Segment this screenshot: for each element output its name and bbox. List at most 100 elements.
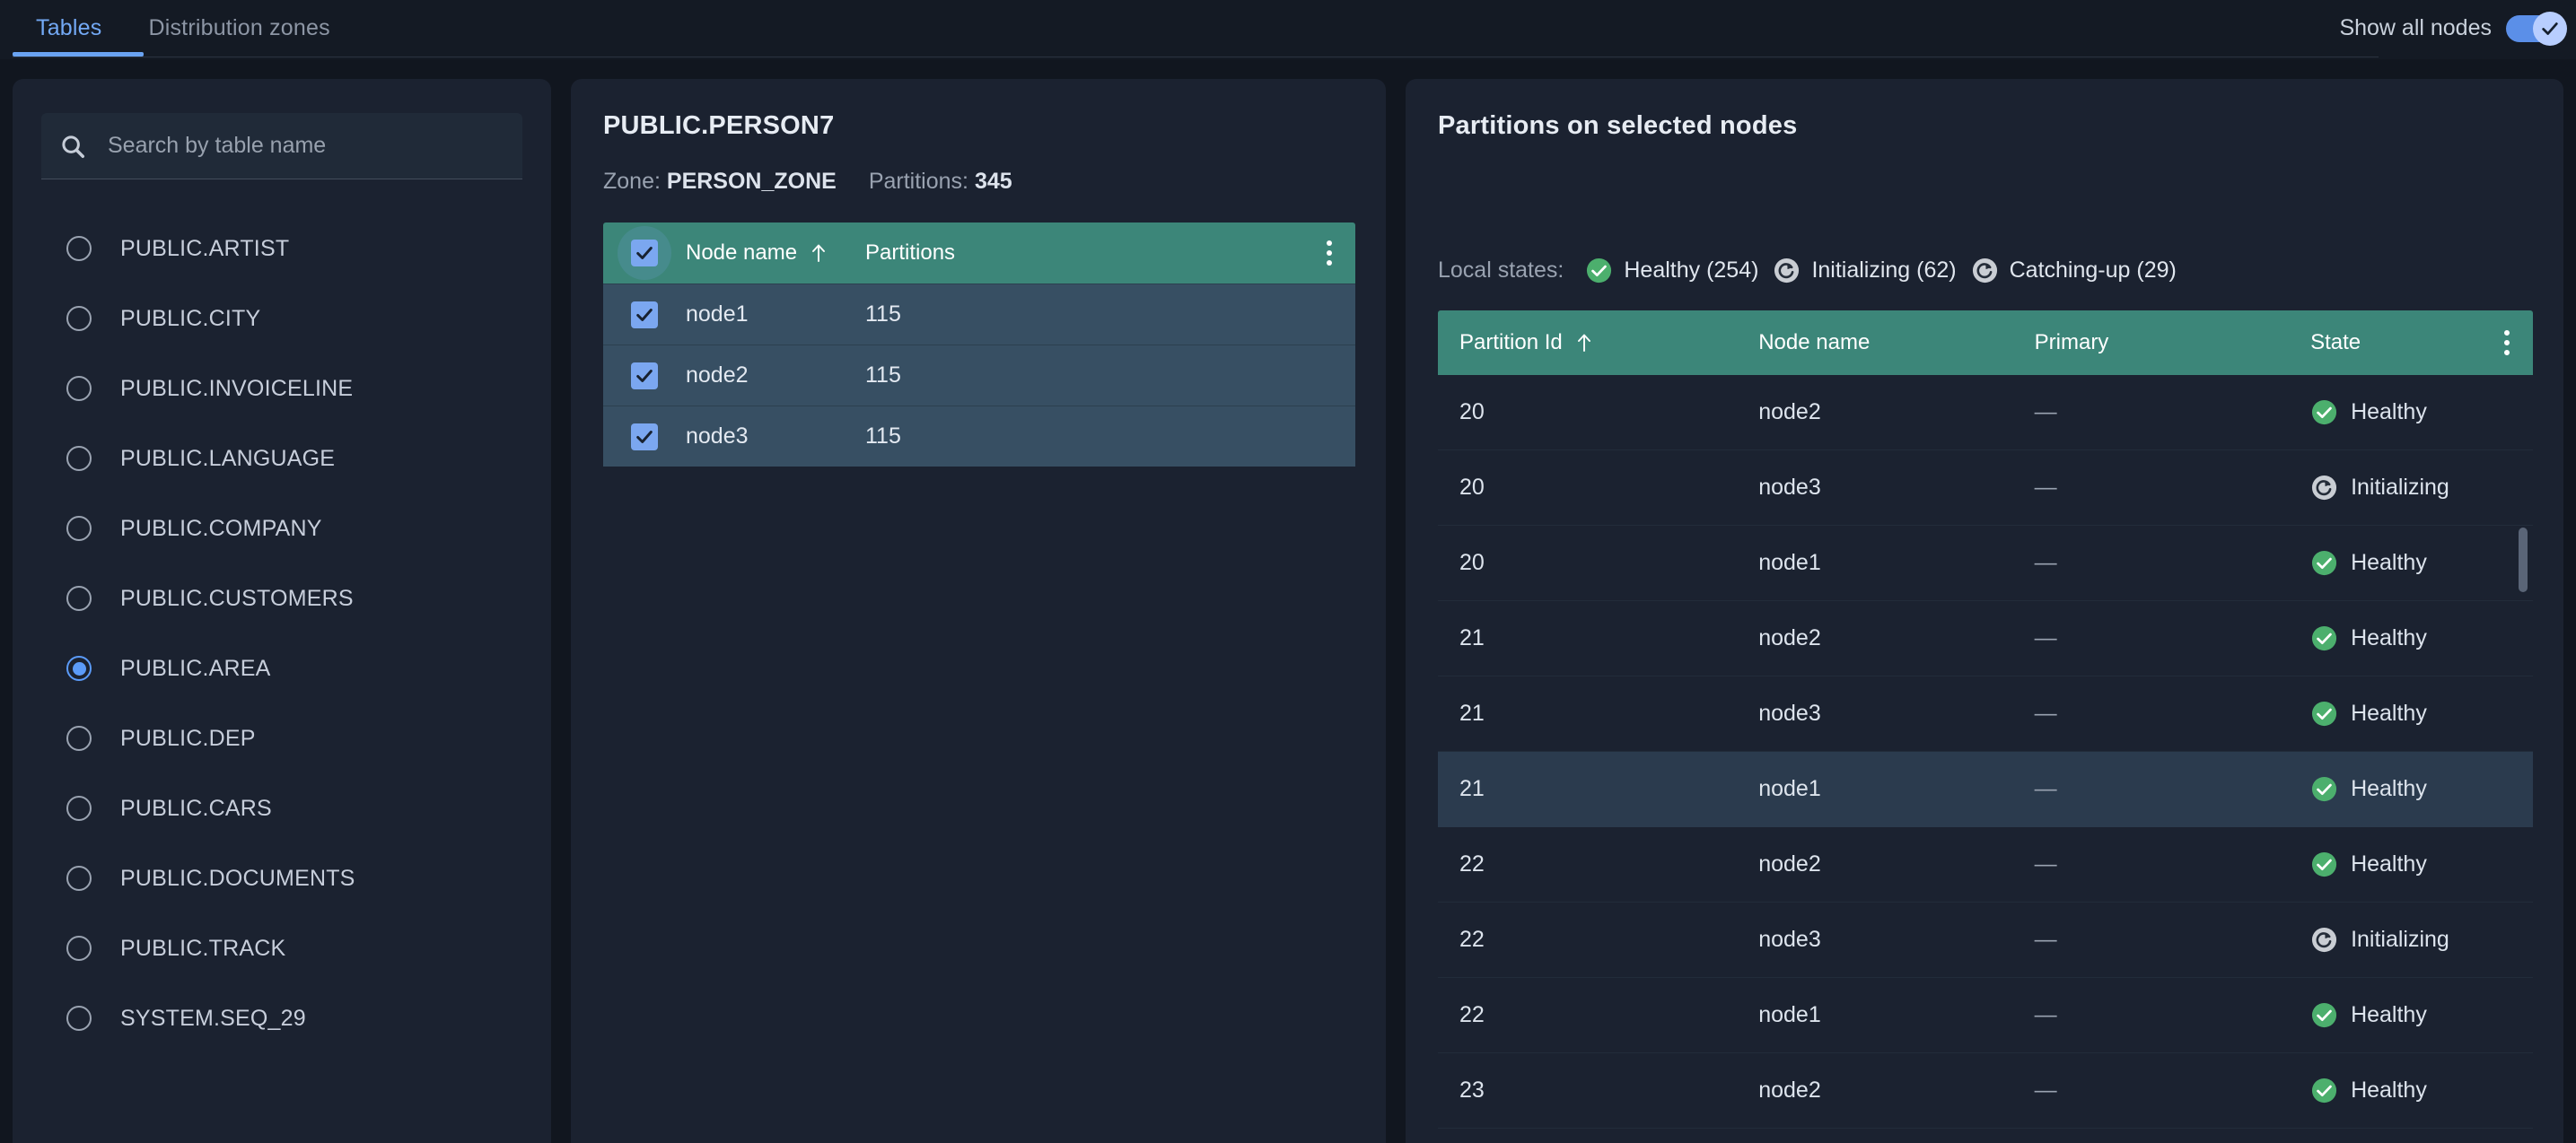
cell-partition-id: 22 xyxy=(1459,1002,1485,1027)
kebab-menu-icon[interactable] xyxy=(2504,326,2510,360)
partitions-title: Partitions on selected nodes xyxy=(1438,111,1798,140)
cell-primary: — xyxy=(2034,776,2057,801)
table-row[interactable]: 22 node1 — Healthy xyxy=(1438,978,2533,1053)
tab-distribution-zones[interactable]: Distribution zones xyxy=(125,0,353,57)
table-row[interactable]: node3 115 xyxy=(603,406,1355,467)
list-item[interactable]: PUBLIC.CUSTOMERS xyxy=(13,563,551,633)
table-row[interactable]: 23 node2 — Healthy xyxy=(1438,1053,2533,1129)
table-row[interactable]: 22 node3 — Initializing xyxy=(1438,903,2533,978)
status-badge: Healthy (254) xyxy=(1585,257,1758,284)
list-item[interactable]: PUBLIC.INVOICELINE xyxy=(13,353,551,423)
tab-tables[interactable]: Tables xyxy=(13,0,125,57)
check-circle-icon xyxy=(2312,625,2337,651)
table-row[interactable]: 20 node1 — Healthy xyxy=(1438,526,2533,601)
show-all-nodes-control[interactable]: Show all nodes xyxy=(2339,0,2567,57)
radio-button-icon[interactable] xyxy=(66,306,92,331)
column-header-node-name[interactable]: Node name xyxy=(1758,330,2034,355)
list-item-label: PUBLIC.INVOICELINE xyxy=(120,375,354,401)
list-item[interactable]: PUBLIC.CITY xyxy=(13,284,551,353)
sort-asc-arrow-icon xyxy=(1577,334,1590,352)
list-item[interactable]: SYSTEM.SEQ_29 xyxy=(13,983,551,1053)
cell-state: Healthy xyxy=(2310,700,2533,728)
kebab-menu-icon[interactable] xyxy=(1327,236,1332,270)
table-row[interactable]: 21 node3 — Healthy xyxy=(1438,676,2533,752)
radio-button-icon[interactable] xyxy=(66,656,92,681)
tab-tables-label: Tables xyxy=(36,15,102,40)
zone-value: PERSON_ZONE xyxy=(666,169,837,194)
radio-button-icon[interactable] xyxy=(66,796,92,821)
radio-button-icon[interactable] xyxy=(66,726,92,751)
radio-button-icon[interactable] xyxy=(66,1006,92,1031)
table-row[interactable]: 21 node1 — Healthy xyxy=(1438,752,2533,827)
radio-button-icon[interactable] xyxy=(66,866,92,891)
nodes-grid-body: node1 115 node2 115 node3 115 xyxy=(603,284,1355,467)
list-item-label: PUBLIC.ARTIST xyxy=(120,235,290,261)
cell-node-name: node1 xyxy=(1758,550,1821,575)
check-circle-icon xyxy=(2312,701,2337,727)
list-item[interactable]: PUBLIC.DEP xyxy=(13,703,551,773)
table-list: PUBLIC.ARTIST PUBLIC.CITY PUBLIC.INVOICELI… xyxy=(13,214,551,1053)
list-item[interactable]: PUBLIC.AREA xyxy=(13,633,551,703)
column-header-partitions[interactable]: Partitions xyxy=(865,240,1045,266)
row-checkbox[interactable] xyxy=(631,301,658,328)
cell-state: Initializing xyxy=(2310,474,2533,502)
list-item[interactable]: PUBLIC.TRACK xyxy=(13,913,551,983)
list-item-label: PUBLIC.COMPANY xyxy=(120,515,322,541)
cell-primary: — xyxy=(2034,550,2057,575)
row-checkbox-cell[interactable] xyxy=(603,423,686,450)
row-checkbox-cell[interactable] xyxy=(603,301,686,328)
radio-button-icon[interactable] xyxy=(66,236,92,261)
show-all-nodes-label: Show all nodes xyxy=(2339,15,2492,40)
partitions-grid-body: 20 node2 — Healthy 20 node3 — Initializing 20 nod… xyxy=(1438,375,2533,1136)
cell-node-name: node2 xyxy=(1758,399,1821,424)
column-header-state[interactable]: State xyxy=(2310,330,2533,355)
radio-button-icon[interactable] xyxy=(66,936,92,961)
show-all-nodes-toggle[interactable] xyxy=(2506,11,2567,46)
table-row[interactable]: 23node3—Catching-up xyxy=(1438,1129,2533,1136)
table-row[interactable]: 20 node3 — Initializing xyxy=(1438,450,2533,526)
cell-partition-id: 20 xyxy=(1459,399,1485,424)
select-all-checkbox[interactable] xyxy=(631,240,658,266)
row-checkbox[interactable] xyxy=(631,362,658,389)
list-item[interactable]: PUBLIC.DOCUMENTS xyxy=(13,843,551,913)
row-checkbox[interactable] xyxy=(631,423,658,450)
cell-state: Healthy xyxy=(2310,1001,2533,1029)
column-header-node-name[interactable]: Node name xyxy=(686,240,865,266)
row-checkbox-cell[interactable] xyxy=(603,362,686,389)
check-circle-icon xyxy=(2312,851,2337,877)
cell-partition-id: 20 xyxy=(1459,550,1485,575)
check-circle-icon xyxy=(2312,1078,2337,1104)
radio-button-icon[interactable] xyxy=(66,446,92,471)
cell-state: Healthy xyxy=(2310,549,2533,577)
column-header-primary[interactable]: Primary xyxy=(2035,330,2310,355)
table-row[interactable]: 21 node2 — Healthy xyxy=(1438,601,2533,676)
status-badge-label: Healthy (254) xyxy=(1624,257,1759,283)
radio-button-icon[interactable] xyxy=(66,376,92,401)
radio-button-icon[interactable] xyxy=(66,586,92,611)
vertical-scrollbar-thumb[interactable] xyxy=(2519,528,2528,592)
partitions-meta: Partitions: 345 xyxy=(869,169,1012,195)
list-item[interactable]: PUBLIC.ARTIST xyxy=(13,214,551,284)
tables-sidebar-panel: PUBLIC.ARTIST PUBLIC.CITY PUBLIC.INVOICELI… xyxy=(13,79,551,1143)
search-field[interactable] xyxy=(41,113,522,179)
search-icon xyxy=(62,135,84,158)
status-badge-label: Catching-up (29) xyxy=(2009,257,2177,283)
local-states-label: Local states: xyxy=(1438,257,1564,283)
column-header-partition-id-label: Partition Id xyxy=(1459,330,1563,354)
cell-state-label: Healthy xyxy=(2351,550,2427,575)
cell-node-name: node3 xyxy=(1758,475,1821,500)
column-header-partitions-label: Partitions xyxy=(865,240,956,265)
search-input[interactable] xyxy=(108,133,504,159)
table-row[interactable]: 22 node2 — Healthy xyxy=(1438,827,2533,903)
column-header-partition-id[interactable]: Partition Id xyxy=(1459,330,1758,355)
table-row[interactable]: node2 115 xyxy=(603,345,1355,406)
check-icon xyxy=(636,308,653,321)
table-row[interactable]: node1 115 xyxy=(603,284,1355,345)
radio-button-icon[interactable] xyxy=(66,516,92,541)
cell-partition-id: 22 xyxy=(1459,851,1485,877)
select-all-cell[interactable] xyxy=(603,226,686,280)
list-item[interactable]: PUBLIC.CARS xyxy=(13,773,551,843)
list-item[interactable]: PUBLIC.LANGUAGE xyxy=(13,423,551,493)
list-item[interactable]: PUBLIC.COMPANY xyxy=(13,493,551,563)
table-row[interactable]: 20 node2 — Healthy xyxy=(1438,375,2533,450)
